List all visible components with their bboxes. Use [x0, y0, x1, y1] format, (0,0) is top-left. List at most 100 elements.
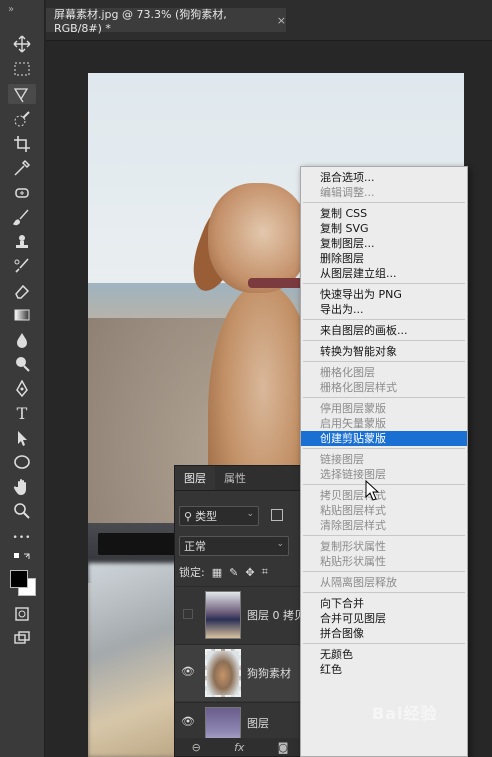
document-title: 屏幕素材.jpg @ 73.3% (狗狗素材, RGB/8#) *: [54, 7, 227, 35]
menu-item[interactable]: 合并可见图层: [301, 611, 467, 626]
blur-icon[interactable]: [8, 330, 36, 350]
lock-artboard-icon[interactable]: ⌗: [262, 565, 268, 579]
gradient-icon[interactable]: [8, 305, 36, 325]
menu-item[interactable]: 拼合图像: [301, 626, 467, 641]
menu-item[interactable]: 来自图层的画板...: [301, 323, 467, 338]
marquee-icon[interactable]: [8, 59, 36, 79]
visibility-toggle[interactable]: [183, 609, 193, 619]
eyedropper-icon[interactable]: [8, 158, 36, 178]
menu-item[interactable]: 从图层建立组...: [301, 266, 467, 281]
zoom-icon[interactable]: [8, 501, 36, 521]
close-icon[interactable]: ×: [277, 14, 286, 27]
menu-item: 清除图层样式: [320, 519, 386, 532]
menu-item[interactable]: 复制 CSS: [301, 206, 467, 221]
menu-separator: [303, 643, 465, 644]
blend-mode-value: 正常: [184, 540, 206, 553]
eraser-icon[interactable]: [8, 281, 36, 301]
mask-icon[interactable]: ◙: [278, 741, 289, 754]
screen-mode-icon[interactable]: [8, 628, 36, 648]
tab-layers[interactable]: 图层: [175, 466, 215, 490]
layer-name: 图层: [247, 717, 269, 730]
layer-filter-value: 类型: [195, 510, 218, 523]
menu-item[interactable]: 红色: [301, 662, 467, 677]
menu-item: 从隔离图层释放: [320, 576, 397, 589]
menu-item: 选择链接图层: [320, 468, 386, 481]
menu-separator: [303, 448, 465, 449]
menu-item: 编辑调整...: [320, 186, 375, 199]
lock-transparent-icon[interactable]: ▦: [212, 566, 222, 579]
menu-separator: [303, 283, 465, 284]
chevron-down-icon: ⌄: [276, 539, 284, 549]
crop-icon[interactable]: [8, 134, 36, 154]
stamp-icon[interactable]: [8, 232, 36, 252]
menu-item[interactable]: 复制 SVG: [301, 221, 467, 236]
fx-icon[interactable]: fx: [234, 741, 244, 754]
hand-icon[interactable]: [8, 477, 36, 497]
menu-item[interactable]: 创建剪贴蒙版: [301, 431, 467, 446]
lock-position-icon[interactable]: ✥: [245, 566, 254, 579]
swap-colors-icon[interactable]: [8, 552, 36, 564]
menu-separator: [303, 319, 465, 320]
tab-properties[interactable]: 属性: [215, 466, 255, 490]
layers-panel: 图层 属性 ⚲ 类型 ⌄ 正常 ⌄ 锁定: ▦ ✎ ✥ ⌗ 图层 0 拷贝 👁 …: [174, 465, 305, 757]
menu-item: 栅格化图层: [320, 366, 375, 379]
menu-item[interactable]: 删除图层: [301, 251, 467, 266]
menu-separator: [303, 397, 465, 398]
layer-thumbnail: [205, 649, 241, 697]
healing-icon[interactable]: [8, 183, 36, 203]
layer-context-menu: 混合选项... 编辑调整... 复制 CSS 复制 SVG 复制图层... 删除图层 从图层…: [300, 166, 468, 757]
menu-item[interactable]: 转换为智能对象: [301, 344, 467, 359]
eye-icon[interactable]: 👁: [181, 665, 195, 678]
tools-panel: » T •••: [0, 0, 45, 757]
lock-label: 锁定:: [179, 566, 205, 579]
more-icon[interactable]: •••: [8, 528, 36, 548]
layer-name: 图层 0 拷贝: [247, 609, 305, 622]
menu-separator: [303, 571, 465, 572]
lock-paint-icon[interactable]: ✎: [229, 566, 238, 579]
menu-item: 拷贝图层样式: [320, 489, 386, 502]
menu-item[interactable]: 导出为...: [301, 302, 467, 317]
document-tab[interactable]: 屏幕素材.jpg @ 73.3% (狗狗素材, RGB/8#) * ×: [46, 7, 286, 35]
menu-separator: [303, 535, 465, 536]
type-icon[interactable]: T: [8, 403, 36, 423]
menu-separator: [303, 340, 465, 341]
brush-icon[interactable]: [8, 207, 36, 227]
menu-item: 链接图层: [320, 453, 364, 466]
menu-item: 停用图层蒙版: [320, 402, 386, 415]
layer-row[interactable]: 👁 狗狗素材: [175, 644, 305, 701]
quick-mask-icon[interactable]: [8, 604, 36, 624]
dog-collar: [248, 278, 308, 288]
ellipse-icon[interactable]: [8, 452, 36, 472]
layer-filter-select[interactable]: ⚲ 类型 ⌄: [179, 506, 259, 526]
eye-icon[interactable]: 👁: [181, 715, 195, 728]
pen-icon[interactable]: [8, 379, 36, 399]
menu-item[interactable]: 混合选项...: [301, 170, 467, 185]
search-icon: ⚲: [184, 509, 193, 523]
lasso-icon[interactable]: [8, 84, 36, 104]
blend-mode-select[interactable]: 正常 ⌄: [179, 536, 289, 556]
menu-separator: [303, 202, 465, 203]
menu-item[interactable]: 快速导出为 PNG: [301, 287, 467, 302]
link-icon[interactable]: ⊖: [192, 741, 201, 754]
dog-head: [208, 183, 308, 293]
history-brush-icon[interactable]: [8, 256, 36, 276]
menu-item[interactable]: 向下合并: [301, 596, 467, 611]
layer-row[interactable]: 图层 0 拷贝: [175, 586, 305, 643]
mouse-cursor-icon: [365, 480, 379, 501]
menu-separator: [303, 592, 465, 593]
layer-thumbnail: [205, 591, 241, 639]
path-select-icon[interactable]: [8, 428, 36, 448]
menu-item[interactable]: 无颜色: [301, 647, 467, 662]
move-icon[interactable]: [8, 34, 36, 54]
quick-select-icon[interactable]: [8, 110, 36, 130]
watermark: Bai经验: [372, 704, 438, 723]
panel-collapse-grip[interactable]: »: [8, 4, 14, 15]
foreground-color-swatch[interactable]: [10, 570, 28, 588]
layer-row[interactable]: 👁 图层: [175, 702, 305, 755]
menu-separator: [303, 484, 465, 485]
menu-item: 栅格化图层样式: [320, 381, 397, 394]
menu-item[interactable]: 复制图层...: [301, 236, 467, 251]
image-filter-icon[interactable]: [271, 509, 283, 521]
dodge-icon[interactable]: [8, 354, 36, 374]
document-tab-bar: 屏幕素材.jpg @ 73.3% (狗狗素材, RGB/8#) * ×: [46, 0, 492, 41]
